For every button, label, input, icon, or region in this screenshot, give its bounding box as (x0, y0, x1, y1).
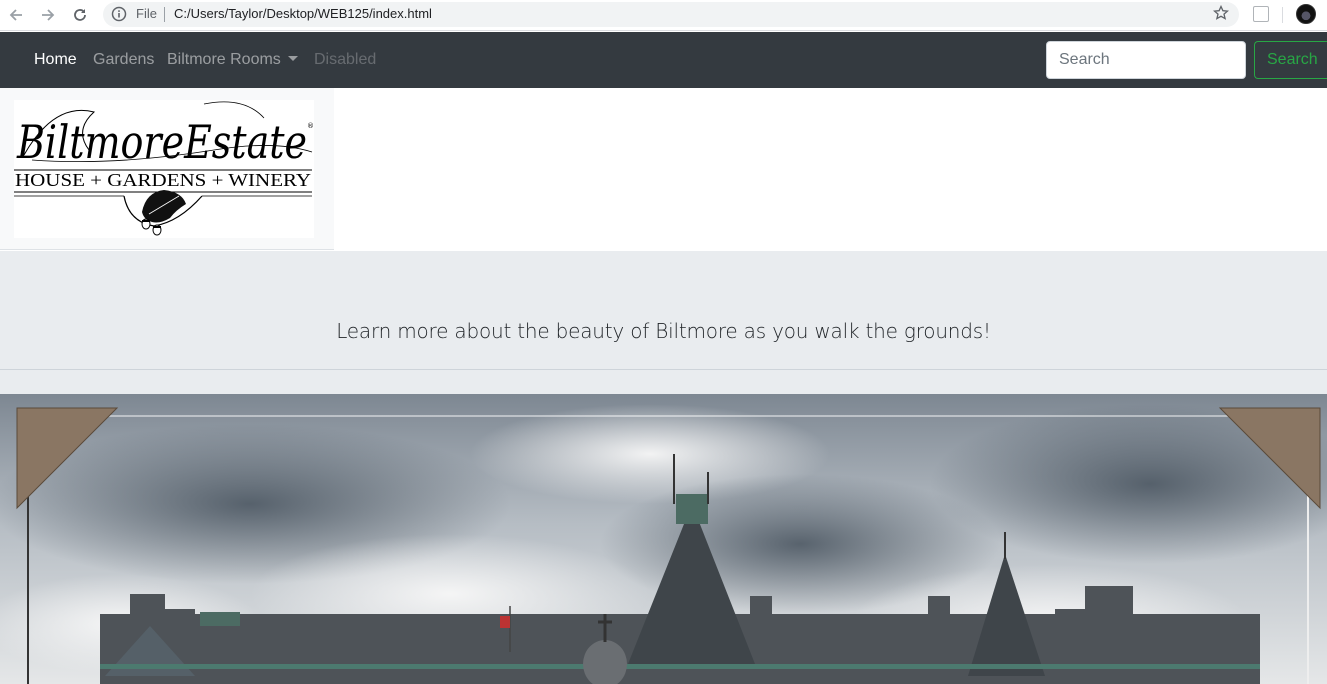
nav-link-gardens[interactable]: Gardens (93, 51, 154, 69)
reload-icon[interactable] (69, 4, 91, 26)
search-input[interactable] (1046, 41, 1246, 79)
logo-registered-mark: ® (307, 122, 314, 130)
back-arrow-icon[interactable] (5, 4, 27, 26)
nav-dropdown-biltmore-rooms[interactable]: Biltmore Rooms (167, 51, 298, 69)
site-navbar: Home Gardens Biltmore Rooms Disabled Sea… (0, 32, 1327, 88)
forward-arrow-icon[interactable] (37, 4, 59, 26)
bookmark-star-icon[interactable] (1212, 4, 1230, 26)
nav-link-home[interactable]: Home (34, 51, 77, 69)
nav-link-disabled: Disabled (314, 51, 377, 68)
profile-avatar[interactable] (1296, 4, 1316, 24)
divider (164, 7, 165, 22)
estate-photo (0, 394, 1327, 684)
address-bar[interactable]: File C:/Users/Taylor/Desktop/WEB125/inde… (103, 2, 1239, 27)
lead-text: Learn more about the beauty of Biltmore … (336, 319, 991, 343)
logo-container: BiltmoreEstate ® HOUSE + GARDENS + WINER… (0, 88, 334, 250)
jumbotron: Learn more about the beauty of Biltmore … (0, 251, 1327, 394)
browser-toolbar: File C:/Users/Taylor/Desktop/WEB125/inde… (0, 0, 1327, 31)
divider (1282, 7, 1283, 23)
extension-icon[interactable] (1253, 6, 1269, 22)
file-scheme-label: File (136, 6, 157, 21)
caret-down-icon (287, 56, 298, 61)
info-icon[interactable] (111, 6, 127, 27)
divider (0, 369, 1327, 370)
biltmore-estate-logo[interactable]: BiltmoreEstate ® HOUSE + GARDENS + WINER… (14, 100, 314, 238)
logo-title: BiltmoreEstate (16, 115, 307, 169)
search-button[interactable]: Search (1254, 41, 1327, 79)
nav-dropdown-label: Biltmore Rooms (167, 51, 281, 68)
logo-subtitle: HOUSE + GARDENS + WINERY (15, 170, 311, 190)
url-text: C:/Users/Taylor/Desktop/WEB125/index.htm… (174, 6, 432, 21)
